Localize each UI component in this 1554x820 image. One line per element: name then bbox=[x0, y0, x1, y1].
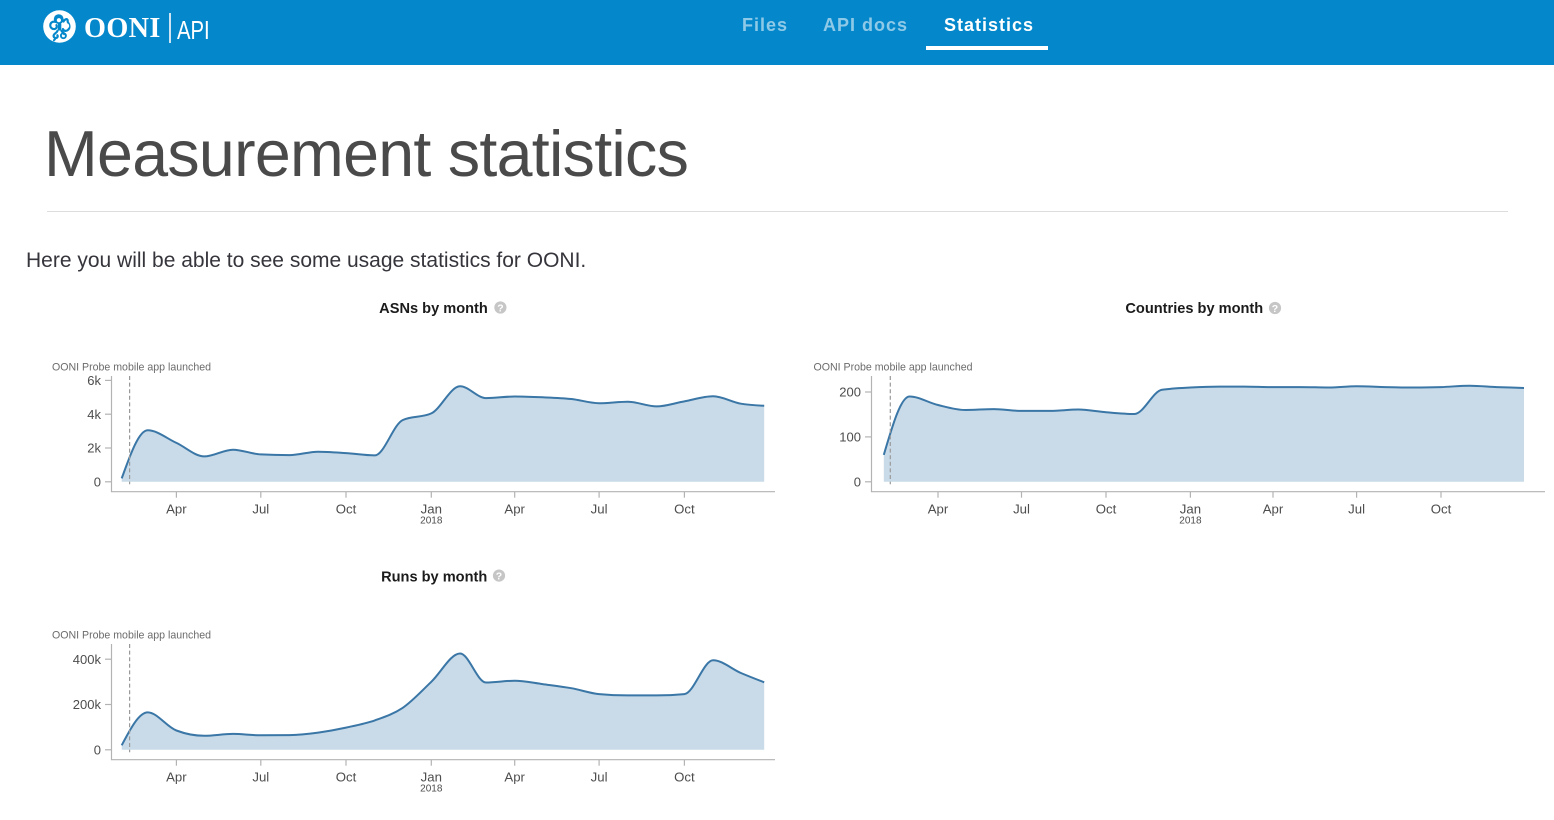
svg-text:2018: 2018 bbox=[420, 784, 443, 795]
svg-text:?: ? bbox=[496, 570, 502, 582]
svg-text:2018: 2018 bbox=[420, 516, 443, 527]
svg-text:Oct: Oct bbox=[674, 502, 695, 517]
svg-text:?: ? bbox=[1272, 303, 1278, 315]
svg-text:Oct: Oct bbox=[336, 502, 357, 517]
svg-text:Apr: Apr bbox=[166, 502, 187, 517]
svg-text:?: ? bbox=[497, 302, 503, 314]
svg-text:6k: 6k bbox=[87, 373, 101, 388]
svg-text:100: 100 bbox=[839, 430, 861, 445]
svg-text:OONI Probe mobile app launched: OONI Probe mobile app launched bbox=[52, 361, 211, 373]
svg-text:200k: 200k bbox=[73, 697, 102, 712]
svg-text:Jul: Jul bbox=[252, 770, 269, 785]
svg-text:400k: 400k bbox=[73, 652, 102, 667]
svg-text:Countries by month: Countries by month bbox=[1125, 301, 1263, 317]
svg-text:Oct: Oct bbox=[1431, 502, 1452, 517]
svg-text:Jul: Jul bbox=[591, 770, 608, 785]
svg-text:Apr: Apr bbox=[504, 770, 525, 785]
svg-text:Runs by month: Runs by month bbox=[381, 570, 487, 586]
svg-text:Jul: Jul bbox=[1013, 502, 1030, 517]
svg-text:Apr: Apr bbox=[166, 770, 187, 785]
svg-text:Jan: Jan bbox=[1180, 502, 1201, 517]
svg-text:0: 0 bbox=[94, 474, 101, 489]
svg-text:OONI Probe mobile app launched: OONI Probe mobile app launched bbox=[814, 361, 973, 373]
svg-text:Jul: Jul bbox=[1348, 502, 1365, 517]
svg-text:Jul: Jul bbox=[591, 502, 608, 517]
svg-text:Apr: Apr bbox=[504, 502, 525, 517]
svg-text:Jan: Jan bbox=[421, 502, 442, 517]
svg-text:Jul: Jul bbox=[252, 502, 269, 517]
svg-text:Oct: Oct bbox=[674, 770, 695, 785]
svg-text:0: 0 bbox=[94, 742, 101, 757]
svg-text:ASNs by month: ASNs by month bbox=[379, 301, 488, 317]
svg-text:200: 200 bbox=[839, 385, 861, 400]
svg-text:2k: 2k bbox=[87, 441, 101, 456]
svg-text:Oct: Oct bbox=[1096, 502, 1117, 517]
svg-text:Jan: Jan bbox=[421, 770, 442, 785]
svg-text:OONI Probe mobile app launched: OONI Probe mobile app launched bbox=[52, 629, 211, 641]
svg-text:2018: 2018 bbox=[1179, 516, 1202, 527]
svg-text:Apr: Apr bbox=[1263, 502, 1284, 517]
svg-text:Apr: Apr bbox=[928, 502, 949, 517]
svg-text:4k: 4k bbox=[87, 407, 101, 422]
svg-text:Oct: Oct bbox=[336, 770, 357, 785]
svg-text:0: 0 bbox=[854, 474, 861, 489]
